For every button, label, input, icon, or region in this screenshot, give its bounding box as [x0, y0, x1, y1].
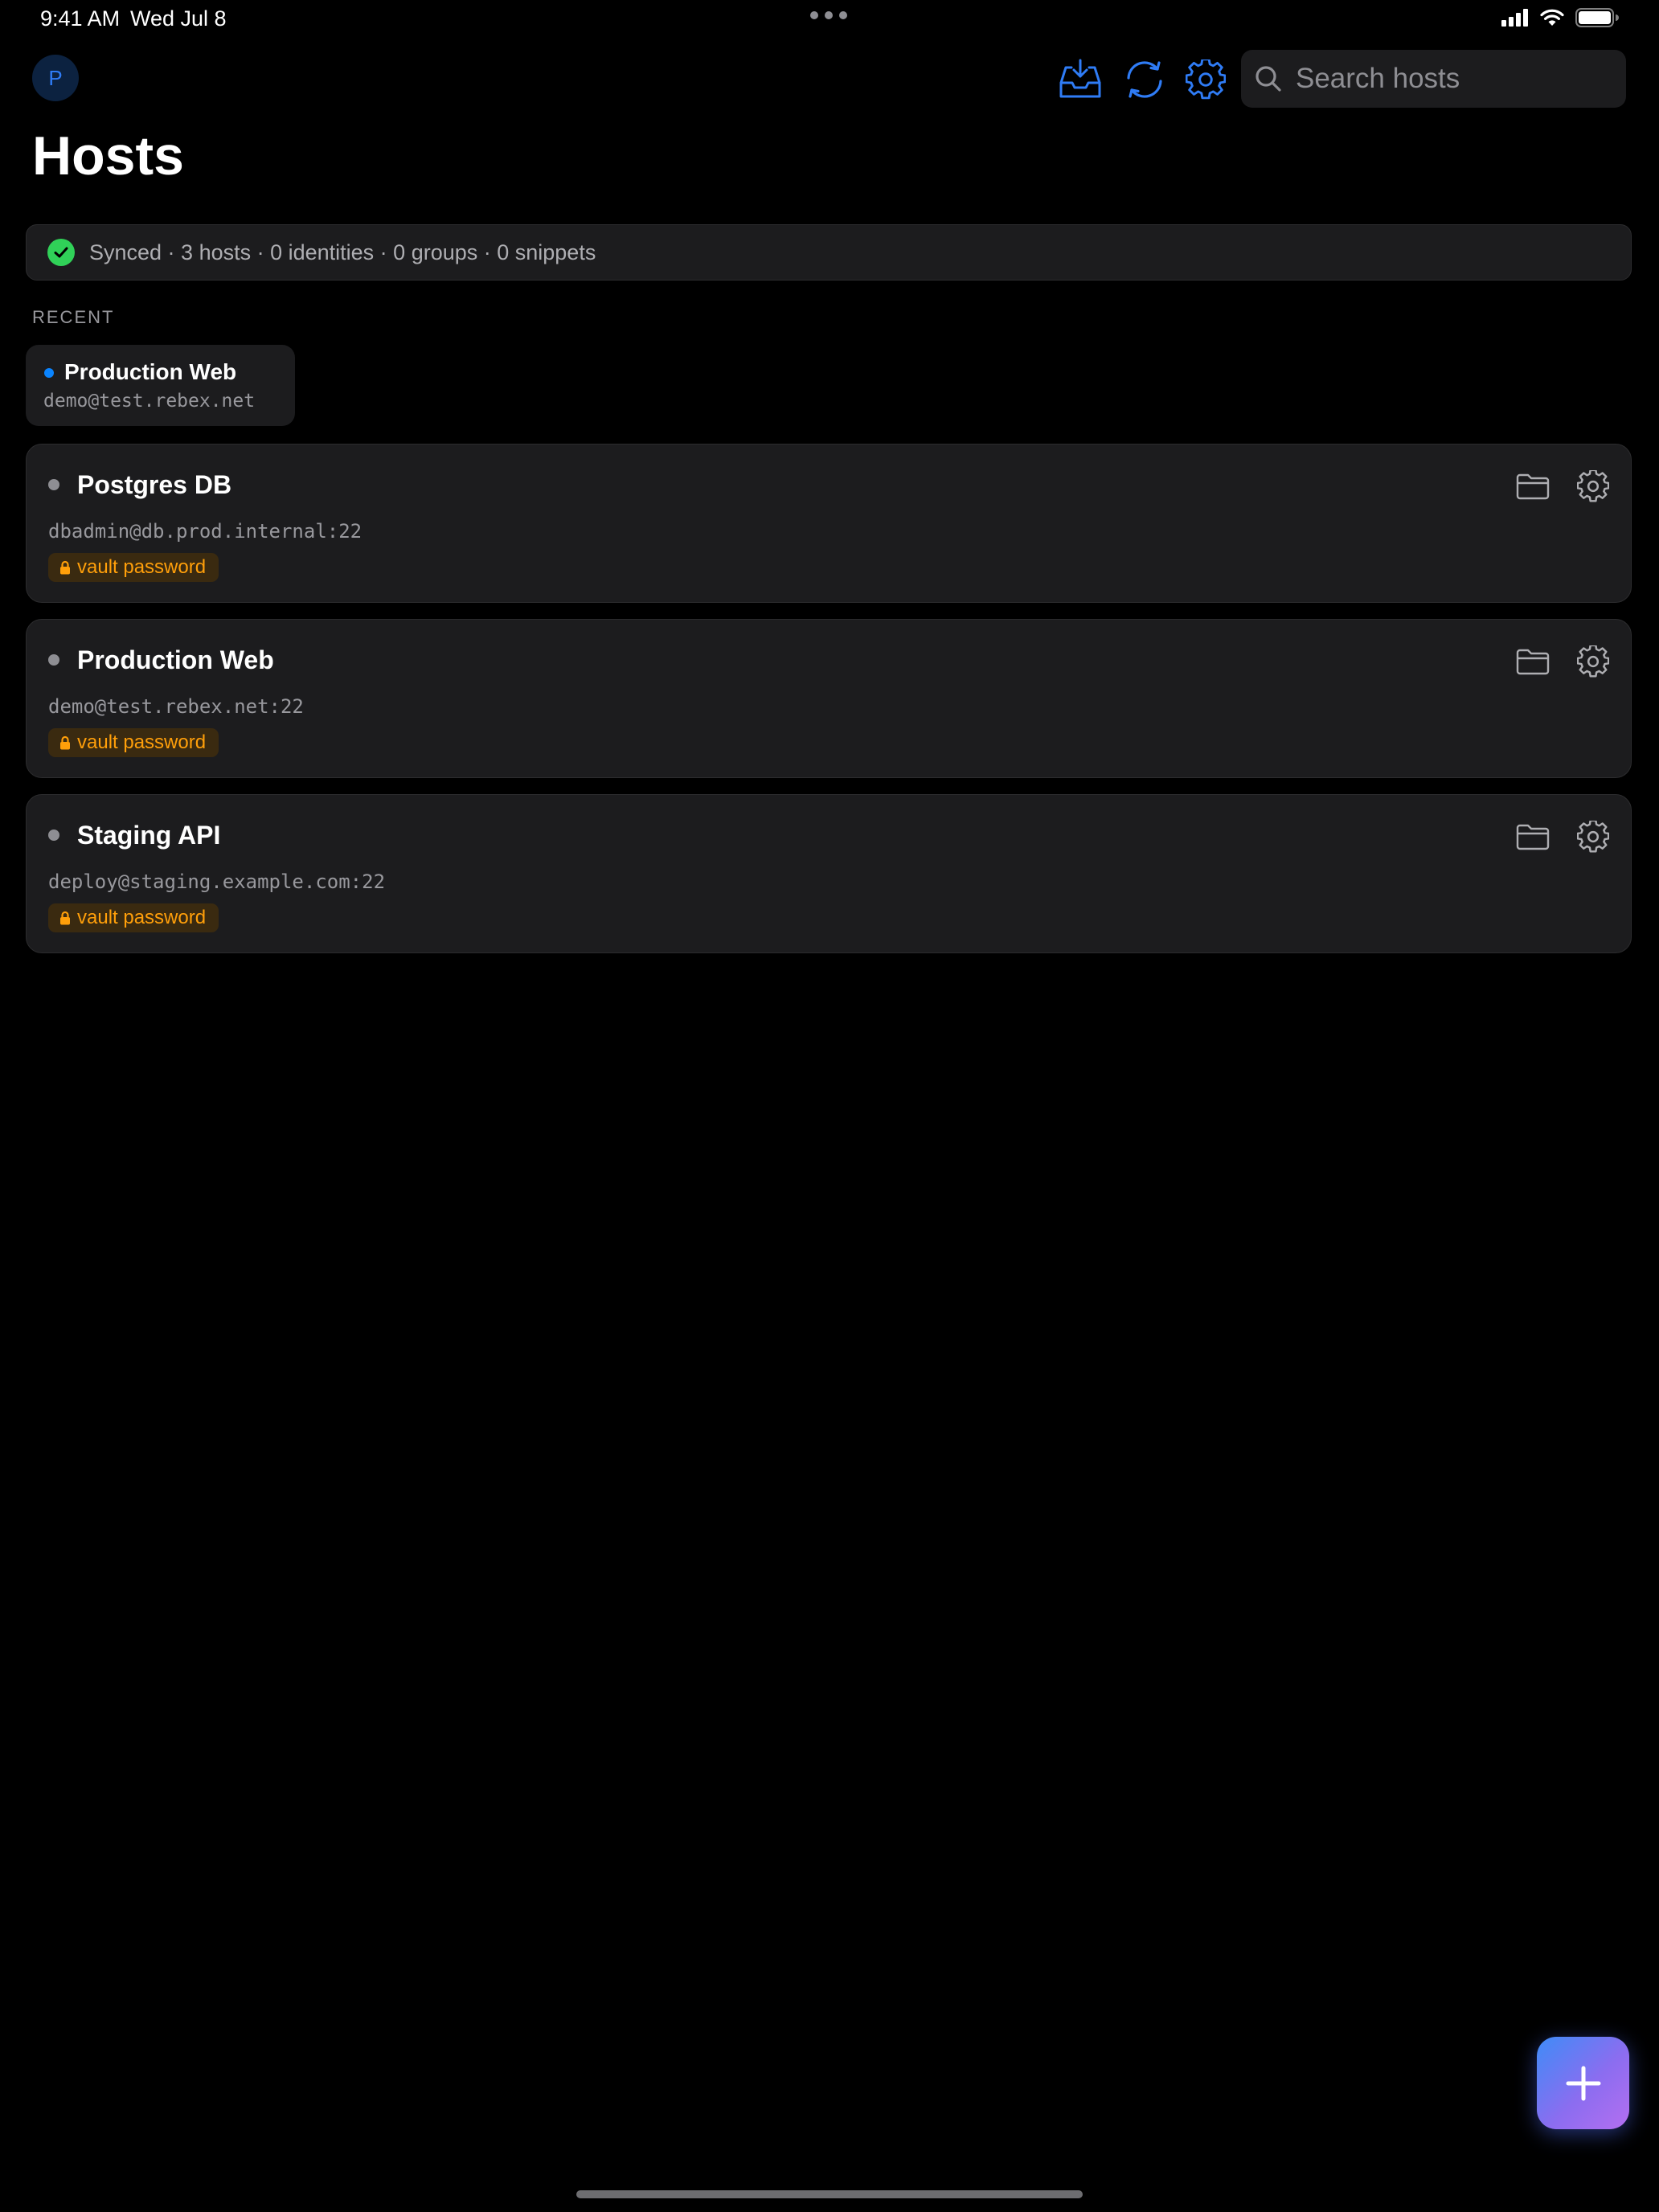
vault-password-label: vault password: [77, 556, 207, 578]
gear-icon: [1186, 59, 1226, 100]
search-icon: [1254, 64, 1283, 93]
add-host-button[interactable]: [1537, 2037, 1629, 2129]
host-card[interactable]: Staging API deploy@staging.example.com:2…: [26, 794, 1632, 953]
folder-icon: [1516, 473, 1550, 500]
host-name: Production Web: [77, 645, 274, 674]
folder-icon: [1516, 649, 1550, 675]
sftp-folder-button[interactable]: [1514, 467, 1552, 506]
host-card[interactable]: Postgres DB dbadmin@db.prod.internal:22 …: [26, 444, 1632, 603]
status-date: Wed Jul 8: [130, 6, 227, 31]
sync-button[interactable]: [1121, 56, 1168, 103]
host-address: dbadmin@db.prod.internal:22: [48, 520, 363, 543]
status-time: 9:41 AM: [40, 6, 121, 31]
host-settings-button[interactable]: [1574, 817, 1612, 856]
recent-host-address: demo@test.rebex.net: [43, 391, 256, 412]
host-settings-button[interactable]: [1574, 642, 1612, 681]
lock-icon: [60, 735, 70, 750]
recent-section-label: RECENT: [32, 307, 115, 327]
vault-password-label: vault password: [77, 731, 207, 753]
connection-status-dot: [44, 368, 54, 378]
plus-icon: [1566, 2066, 1600, 2100]
host-address: deploy@staging.example.com:22: [48, 870, 386, 893]
lock-icon: [60, 560, 70, 575]
vault-password-badge: vault password: [48, 553, 219, 582]
sync-status-banner: Synced · 3 hosts · 0 identities · 0 grou…: [26, 224, 1632, 281]
sftp-folder-button[interactable]: [1514, 642, 1552, 681]
battery-icon: [1575, 8, 1619, 27]
wifi-icon: [1540, 9, 1564, 26]
import-button[interactable]: [1057, 56, 1104, 103]
host-card[interactable]: Production Web demo@test.rebex.net:22 va…: [26, 619, 1632, 778]
connection-status-dot: [48, 479, 59, 490]
gear-icon: [1577, 470, 1609, 502]
vault-password-badge: vault password: [48, 903, 219, 932]
status-bar: 9:41 AM Wed Jul 8: [0, 0, 1659, 39]
multitasking-dots-icon[interactable]: [810, 11, 847, 19]
hosts-screen: 9:41 AM Wed Jul 8 P Search hosts Hosts S…: [0, 0, 1659, 2212]
sftp-folder-button[interactable]: [1514, 817, 1552, 856]
vault-password-label: vault password: [77, 907, 207, 928]
sync-icon: [1127, 61, 1162, 98]
inbox-download-icon: [1059, 59, 1101, 98]
gear-icon: [1577, 645, 1609, 678]
vault-password-badge: vault password: [48, 728, 219, 757]
settings-button[interactable]: [1182, 56, 1229, 103]
folder-icon: [1516, 824, 1550, 850]
gear-icon: [1577, 821, 1609, 853]
host-address: demo@test.rebex.net:22: [48, 695, 304, 718]
host-name: Postgres DB: [77, 470, 232, 499]
home-indicator[interactable]: [576, 2190, 1083, 2198]
recent-host-name: Production Web: [64, 359, 237, 384]
connection-status-dot: [48, 830, 59, 841]
recent-host-card[interactable]: Production Web demo@test.rebex.net: [26, 345, 295, 426]
search-field[interactable]: [1241, 50, 1626, 108]
status-icons: [1501, 8, 1619, 27]
host-settings-button[interactable]: [1574, 467, 1612, 506]
checkmark-icon: [47, 239, 75, 266]
cellular-icon: [1501, 9, 1528, 27]
search-input[interactable]: [1294, 62, 1619, 96]
host-name: Staging API: [77, 821, 221, 850]
connection-status-dot: [48, 654, 59, 666]
page-title: Hosts: [32, 125, 184, 186]
lock-icon: [60, 911, 70, 925]
sync-status-text: Synced · 3 hosts · 0 identities · 0 grou…: [89, 240, 596, 264]
avatar[interactable]: P: [32, 55, 79, 101]
